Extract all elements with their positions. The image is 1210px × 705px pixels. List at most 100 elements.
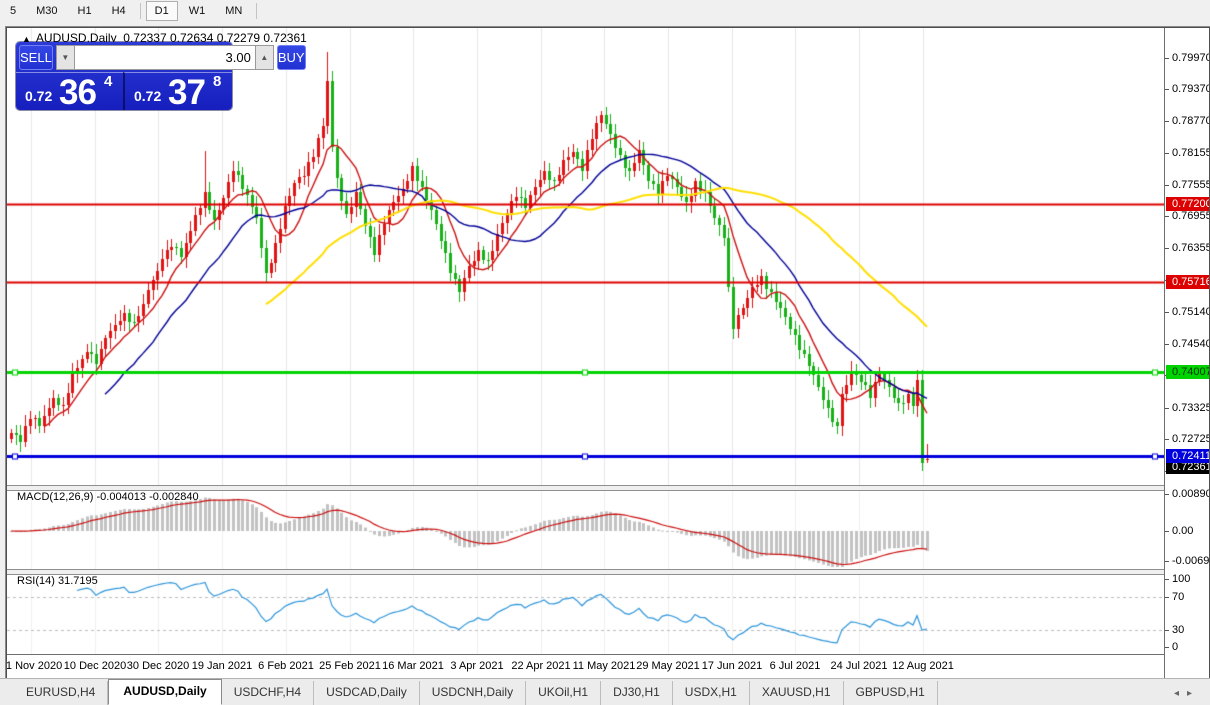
price-tick: 0.77555 [1165,178,1209,192]
macd-indicator-label: MACD(12,26,9) -0.004013 -0.002840 [17,491,199,503]
date-label: 29 May 2021 [636,660,700,672]
date-label: 25 Feb 2021 [319,660,381,672]
chart-window: ▲AUDUSD,Daily 0.72337 0.72634 0.72279 0.… [5,26,1210,680]
tick-dash [1165,531,1169,532]
rsi-axis-label: 100 [1165,572,1209,586]
rsi-indicator-label: RSI(14) 31.7195 [17,575,98,587]
rsi-axis-label: 30 [1165,623,1209,637]
timeframe-h1[interactable]: H1 [69,1,101,21]
rsi-value: 31.7195 [58,575,98,587]
sell-price-display[interactable]: 0.72 36 4 [16,72,123,110]
tab-usdchf-h4[interactable]: USDCHF,H4 [222,681,314,705]
price-tick: 0.73325 [1165,401,1209,415]
price-tick-label: 0.75140 [1172,306,1210,318]
timeframe-m30[interactable]: M30 [27,1,66,21]
timeframe-d1[interactable]: D1 [146,1,178,21]
tick-dash [1165,58,1169,59]
date-label: 11 May 2021 [573,660,636,672]
buy-price-big: 37 [168,73,205,113]
hline-price-label[interactable]: 0.77200 [1166,197,1209,211]
timeframe-mn[interactable]: MN [216,1,251,21]
sell-price-sup: 4 [104,73,112,90]
macd-axis-value: 0.00 [1172,525,1193,537]
macd-axis-label: -0.006977 [1165,554,1209,568]
price-tick: 0.75140 [1165,305,1209,319]
rsi-axis-value: 30 [1172,624,1184,636]
volume-input[interactable] [75,45,255,70]
timeframe-w1[interactable]: W1 [180,1,215,21]
macd-axis-label: 0.008903 [1165,487,1209,501]
tab-ukoil-h1[interactable]: UKOil,H1 [526,681,601,705]
macd-splitter[interactable] [7,485,1209,491]
tab-dj30-h1[interactable]: DJ30,H1 [601,681,673,705]
macd-axis-value: -0.006977 [1172,555,1210,567]
chart-tab-bar: EURUSD,H4AUDUSD,DailyUSDCHF,H4USDCAD,Dai… [0,678,1210,705]
sell-button[interactable]: SELL [19,45,53,70]
buy-price-display[interactable]: 0.72 37 8 [123,72,232,110]
price-tick: 0.72725 [1165,432,1209,446]
tab-scroll-right-icon[interactable]: ▸ [1187,688,1200,699]
tick-dash [1165,647,1169,648]
tick-dash [1165,408,1169,409]
tick-dash [1165,153,1169,154]
tick-dash [1165,89,1169,90]
price-tick: 0.79370 [1165,82,1209,96]
price-tick: 0.78155 [1165,146,1209,160]
tab-usdx-h1[interactable]: USDX,H1 [673,681,750,705]
trading-app: { "toolbar": { "timeframes": ["5", "M30"… [0,0,1210,705]
date-label: 30 Dec 2020 [127,660,189,672]
timeframe-5[interactable]: 5 [1,1,25,21]
hline-price-label[interactable]: 0.74007 [1166,365,1209,379]
rsi-axis-value: 100 [1172,573,1190,585]
tab-scroll-arrows: ◂▸ [1174,688,1210,705]
tick-dash [1165,248,1169,249]
tab-audusd-daily[interactable]: AUDUSD,Daily [108,679,221,705]
price-tick-label: 0.78155 [1172,147,1210,159]
rsi-canvas[interactable] [7,573,1164,654]
tick-dash [1165,121,1169,122]
price-tick-label: 0.79370 [1172,83,1210,95]
price-tick: 0.79970 [1165,51,1209,65]
price-tick-label: 0.73325 [1172,402,1210,414]
tick-dash [1165,561,1169,562]
tab-usdcnh-daily[interactable]: USDCNH,Daily [420,681,526,705]
date-label: 12 Aug 2021 [892,660,954,672]
tab-usdcad-daily[interactable]: USDCAD,Daily [314,681,420,705]
date-label: 22 Apr 2021 [511,660,570,672]
date-label: 16 Mar 2021 [382,660,444,672]
timeframe-toolbar: 5M30H1H4 D1W1MN [0,0,1210,22]
tab-xauusd-h1[interactable]: XAUUSD,H1 [750,681,844,705]
rsi-splitter[interactable] [7,569,1209,575]
hline-price-label[interactable]: 0.72411 [1166,449,1209,463]
date-label: 10 Dec 2020 [64,660,126,672]
price-tick-label: 0.78770 [1172,115,1210,127]
buy-button[interactable]: BUY [277,45,306,70]
macd-values: -0.004013 -0.002840 [96,491,198,503]
rsi-axis-value: 0 [1172,641,1178,653]
time-axis[interactable]: 21 Nov 202010 Dec 202030 Dec 202019 Jan … [7,654,1164,679]
tick-dash [1165,439,1169,440]
tick-dash [1165,494,1169,495]
hline-price-label[interactable]: 0.75716 [1166,275,1209,289]
buy-price-base: 0.72 [134,88,161,104]
price-tick: 0.78770 [1165,114,1209,128]
volume-increase-button[interactable]: ▲ [255,45,274,70]
toolbar-separator [140,3,141,19]
price-tick: 0.76355 [1165,241,1209,255]
tab-gbpusd-h1[interactable]: GBPUSD,H1 [844,681,938,705]
macd-title: MACD(12,26,9) [17,491,93,503]
tick-dash [1165,630,1169,631]
rsi-title: RSI(14) [17,575,55,587]
toolbar-separator [256,3,257,19]
tab-scroll-left-icon[interactable]: ◂ [1174,688,1187,699]
price-axis[interactable]: 0.799700.793700.787700.781550.775550.769… [1164,28,1209,678]
volume-decrease-button[interactable]: ▼ [56,45,75,70]
rsi-axis-value: 70 [1172,591,1184,603]
date-label: 17 Jun 2021 [702,660,763,672]
price-tick: 0.74540 [1165,337,1209,351]
volume-stepper: ▼ ▲ [56,45,274,70]
tab-eurusd-h4[interactable]: EURUSD,H4 [14,681,108,705]
tick-dash [1165,312,1169,313]
timeframe-h4[interactable]: H4 [103,1,135,21]
price-tick-label: 0.79970 [1172,52,1210,64]
